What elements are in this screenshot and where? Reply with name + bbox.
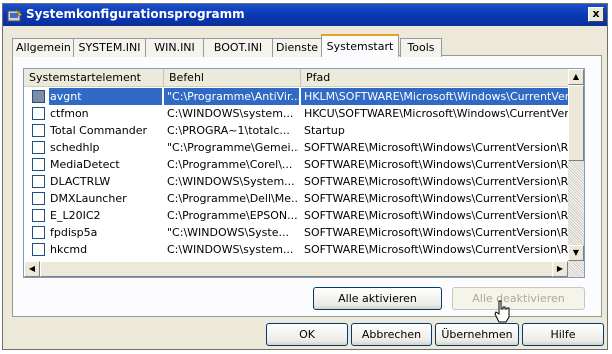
row-checkbox[interactable] [32, 209, 45, 222]
row-checkbox[interactable] [32, 192, 45, 205]
list-rows: avgnt "C:\Programme\AntiVir... HKLM\SOFT… [24, 88, 570, 258]
row-path: Startup [304, 124, 345, 137]
table-row[interactable]: DLACTRLW C:\WINDOWS\System... SOFTWARE\M… [24, 173, 570, 190]
apply-button[interactable]: Übernehmen [435, 323, 519, 346]
row-command: C:\Programme\Dell\Me... [167, 192, 299, 205]
table-row[interactable]: MediaDetect C:\Programme\Corel\... SOFTW… [24, 156, 570, 173]
column-header-pfad[interactable]: Pfad [301, 69, 570, 87]
startup-items-list[interactable]: Systemstartelement Befehl Pfad avgnt "C:… [23, 68, 585, 278]
table-row[interactable]: schedhlp "C:\Programme\Gemei... SOFTWARE… [24, 139, 570, 156]
scroll-left-icon[interactable]: ◀ [24, 261, 40, 277]
close-button[interactable]: x [588, 7, 604, 22]
row-checkbox[interactable] [32, 90, 45, 103]
row-name: DLACTRLW [50, 175, 111, 188]
row-command: "C:\Programme\AntiVir... [164, 88, 299, 105]
row-command: C:\WINDOWS\System... [167, 175, 295, 188]
horizontal-scroll-thumb[interactable] [40, 261, 566, 277]
vertical-scroll-thumb[interactable] [568, 85, 584, 161]
cancel-button[interactable]: Abbrechen [351, 323, 432, 346]
ok-button[interactable]: OK [266, 323, 348, 346]
row-path: SOFTWARE\Microsoft\Windows\CurrentVersio… [304, 158, 569, 171]
tab-tools[interactable]: Tools [400, 38, 442, 57]
scroll-down-icon[interactable]: ▼ [568, 245, 584, 261]
table-row[interactable]: fpdisp5a "C:\WINDOWS\Syste... SOFTWARE\M… [24, 224, 570, 241]
row-path: SOFTWARE\Microsoft\Windows\CurrentVersio… [304, 192, 569, 205]
row-checkbox[interactable] [32, 243, 45, 256]
tab-allgemein[interactable]: Allgemein [12, 38, 74, 57]
row-name: MediaDetect [50, 158, 120, 171]
column-header-systemstartelement[interactable]: Systemstartelement [24, 69, 164, 87]
row-command: C:\WINDOWS\system... [167, 243, 294, 256]
row-checkbox[interactable] [32, 107, 45, 120]
row-command: C:\PROGRA~1\totalc... [167, 124, 290, 137]
scroll-up-icon[interactable]: ▲ [568, 69, 584, 85]
window-title: Systemkonfigurationsprogramm [26, 7, 245, 21]
help-button[interactable]: Hilfe [522, 323, 604, 346]
row-checkbox[interactable] [32, 158, 45, 171]
row-command: C:\Programme\Corel\... [167, 158, 293, 171]
row-path: HKLM\SOFTWARE\Microsoft\Windows\CurrentV… [301, 88, 569, 105]
row-name: Total Commander [50, 124, 148, 137]
row-checkbox[interactable] [32, 141, 45, 154]
row-name: avgnt [49, 88, 162, 105]
row-path: SOFTWARE\Microsoft\Windows\CurrentVersio… [304, 243, 569, 256]
row-command: C:\Programme\EPSON... [167, 209, 298, 222]
row-command: "C:\WINDOWS\Syste... [167, 226, 289, 239]
disable-all-button[interactable]: Alle deaktivieren [452, 287, 585, 310]
row-name: ctfmon [50, 107, 89, 120]
tab-system-ini[interactable]: SYSTEM.INI [73, 38, 146, 57]
row-name: fpdisp5a [50, 226, 98, 239]
row-command: "C:\Programme\Gemei... [167, 141, 299, 154]
title-bar[interactable]: Systemkonfigurationsprogramm x [3, 4, 607, 26]
table-row[interactable]: E_L20IC2 C:\Programme\EPSON... SOFTWARE\… [24, 207, 570, 224]
row-path: HKCU\SOFTWARE\Microsoft\Windows\CurrentV… [304, 107, 569, 120]
row-name: schedhlp [50, 141, 100, 154]
row-path: SOFTWARE\Microsoft\Windows\CurrentVersio… [304, 209, 569, 222]
table-row[interactable]: ctfmon C:\WINDOWS\system... HKCU\SOFTWAR… [24, 105, 570, 122]
enable-all-button[interactable]: Alle aktivieren [313, 287, 442, 310]
tab-dienste[interactable]: Dienste [272, 38, 322, 57]
row-name: DMXLauncher [50, 192, 127, 205]
row-path: SOFTWARE\Microsoft\Windows\CurrentVersio… [304, 226, 569, 239]
vertical-scroll-track[interactable] [568, 161, 584, 245]
row-checkbox[interactable] [32, 124, 45, 137]
hand-cursor-icon [494, 300, 510, 323]
tab-boot-ini[interactable]: BOOT.INI [203, 38, 273, 57]
row-command: C:\WINDOWS\system... [167, 107, 294, 120]
vertical-scrollbar[interactable]: ▲ ▼ [568, 69, 584, 261]
row-checkbox[interactable] [32, 226, 45, 239]
row-checkbox[interactable] [32, 175, 45, 188]
row-path: SOFTWARE\Microsoft\Windows\CurrentVersio… [304, 141, 569, 154]
table-row[interactable]: Total Commander C:\PROGRA~1\totalc... St… [24, 122, 570, 139]
tab-systemstart[interactable]: Systemstart [321, 34, 399, 57]
table-row[interactable]: hkcmd C:\WINDOWS\system... SOFTWARE\Micr… [24, 241, 570, 258]
row-path: SOFTWARE\Microsoft\Windows\CurrentVersio… [304, 175, 569, 188]
list-header: Systemstartelement Befehl Pfad [24, 69, 570, 87]
table-row[interactable]: avgnt "C:\Programme\AntiVir... HKLM\SOFT… [24, 88, 570, 105]
scroll-right-icon[interactable]: ▶ [552, 261, 568, 277]
tab-win-ini[interactable]: WIN.INI [145, 38, 204, 57]
row-name: E_L20IC2 [50, 209, 101, 222]
table-row[interactable]: DMXLauncher C:\Programme\Dell\Me... SOFT… [24, 190, 570, 207]
column-header-befehl[interactable]: Befehl [164, 69, 301, 87]
row-name: hkcmd [50, 243, 88, 256]
horizontal-scrollbar[interactable]: ◀ ▶ [24, 261, 584, 277]
tab-strip: Allgemein SYSTEM.INI WIN.INI BOOT.INI Di… [12, 34, 602, 57]
msconfig-app-icon [7, 8, 23, 22]
